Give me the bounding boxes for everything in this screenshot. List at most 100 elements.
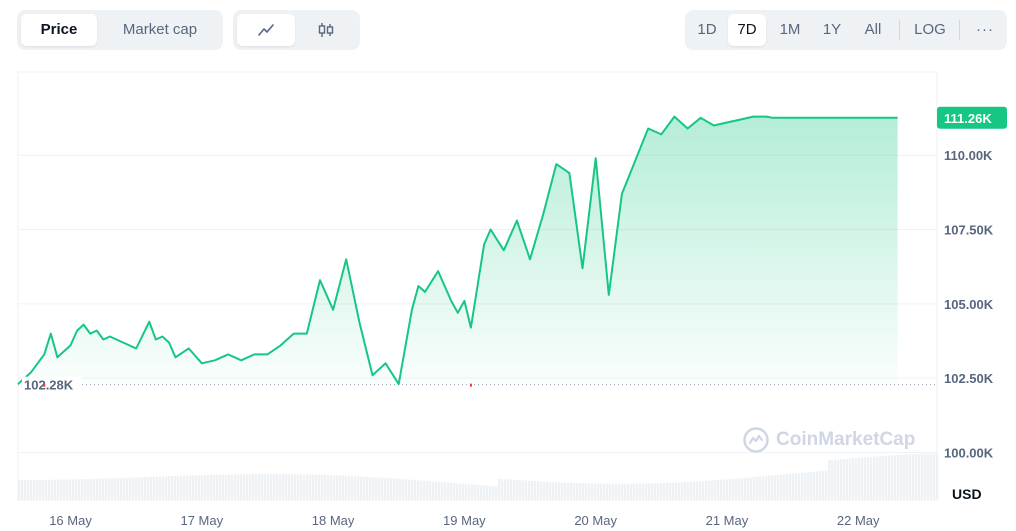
volume-bar	[837, 459, 840, 500]
volume-bar	[240, 474, 243, 500]
volume-bar	[87, 479, 90, 500]
volume-bar	[492, 486, 495, 500]
volume-bar	[18, 480, 21, 500]
volume-bar	[537, 481, 540, 500]
volume-bar	[597, 483, 600, 500]
volume-bar	[21, 479, 24, 500]
volume-bar	[468, 484, 471, 500]
volume-bar	[345, 475, 348, 500]
volume-bar	[336, 475, 339, 500]
volume-bar	[477, 485, 480, 500]
x-tick-label: 18 May	[312, 513, 355, 528]
volume-bar	[321, 474, 324, 500]
volume-bar	[423, 480, 426, 500]
volume-bar	[168, 476, 171, 500]
volume-bar	[693, 481, 696, 500]
y-axis: 100.00K 102.50K 105.00K 107.50K 110.00K	[944, 148, 994, 460]
volume-bar	[63, 479, 66, 500]
volume-bar	[588, 483, 591, 500]
volume-bar	[123, 477, 126, 500]
volume-bar	[315, 474, 318, 500]
volume-bar	[900, 454, 903, 500]
volume-bar	[237, 474, 240, 500]
volume-bar	[417, 480, 420, 500]
volume-bar	[576, 483, 579, 500]
volume-bar	[585, 483, 588, 500]
volume-bar	[621, 483, 624, 500]
volume-bar	[450, 482, 453, 500]
volume-bar	[642, 483, 645, 500]
volume-bar	[141, 477, 144, 500]
volume-bar	[126, 477, 129, 500]
volume-bar	[135, 477, 138, 500]
volume-bar	[36, 479, 39, 500]
volume-bar	[378, 477, 381, 500]
volume-bar	[645, 483, 648, 500]
volume-bar	[54, 479, 57, 500]
volume-bar	[753, 477, 756, 500]
y-tick-label: 110.00K	[944, 148, 993, 163]
volume-bar	[405, 479, 408, 500]
x-axis: 16 May 17 May 18 May 19 May 20 May 21 May 22 M…	[49, 513, 880, 528]
volume-bar	[105, 478, 108, 500]
volume-bar	[420, 480, 423, 500]
volume-bar	[120, 477, 123, 500]
volume-bar	[732, 478, 735, 500]
volume-bar	[273, 474, 276, 500]
volume-bar	[438, 481, 441, 500]
volume-bar	[702, 481, 705, 500]
volume-bar	[108, 478, 111, 500]
volume-bar	[897, 455, 900, 500]
volume-bar	[600, 483, 603, 500]
volume-bar	[225, 474, 228, 500]
volume-bar	[891, 455, 894, 500]
volume-bar	[255, 474, 258, 500]
volume-bar	[57, 479, 60, 500]
volume-bar	[828, 460, 831, 500]
volume-bar	[390, 478, 393, 500]
volume-bar	[687, 481, 690, 500]
volume-bar	[363, 476, 366, 500]
volume-bar	[78, 479, 81, 500]
volume-bar	[282, 474, 285, 500]
volume-bar	[408, 479, 411, 500]
volume-bar	[99, 478, 102, 500]
volume-bar	[27, 479, 30, 500]
volume-bar	[327, 475, 330, 500]
volume-bar	[294, 474, 297, 500]
volume-bar	[189, 475, 192, 500]
volume-bar	[759, 476, 762, 500]
volume-bar	[117, 478, 120, 500]
volume-bar	[747, 477, 750, 500]
volume-bar	[33, 479, 36, 500]
volume-bar	[564, 482, 567, 500]
volume-bar	[366, 476, 369, 500]
volume-bar	[381, 477, 384, 500]
volume-bar	[696, 481, 699, 500]
coinmarketcap-logo-icon	[743, 427, 769, 453]
volume-bar	[594, 483, 597, 500]
volume-bar	[813, 471, 816, 500]
volume-bar	[309, 474, 312, 500]
volume-bar	[162, 476, 165, 500]
volume-bar	[936, 453, 939, 500]
volume-bar	[723, 479, 726, 500]
volume-bar	[771, 475, 774, 500]
volume-bar	[330, 475, 333, 500]
x-tick-label: 21 May	[706, 513, 749, 528]
volume-bar	[297, 474, 300, 500]
volume-bar	[501, 478, 504, 500]
volume-bar	[633, 483, 636, 500]
volume-bar	[717, 480, 720, 500]
volume-bar	[930, 453, 933, 500]
volume-bar	[567, 482, 570, 500]
volume-bar	[213, 474, 216, 500]
volume-bar	[774, 475, 777, 500]
volume-bar	[150, 476, 153, 500]
volume-bar	[609, 483, 612, 500]
volume-bars	[18, 453, 939, 500]
volume-bar	[909, 454, 912, 500]
volume-bar	[657, 483, 660, 500]
volume-bar	[486, 485, 489, 500]
volume-bar	[156, 476, 159, 500]
